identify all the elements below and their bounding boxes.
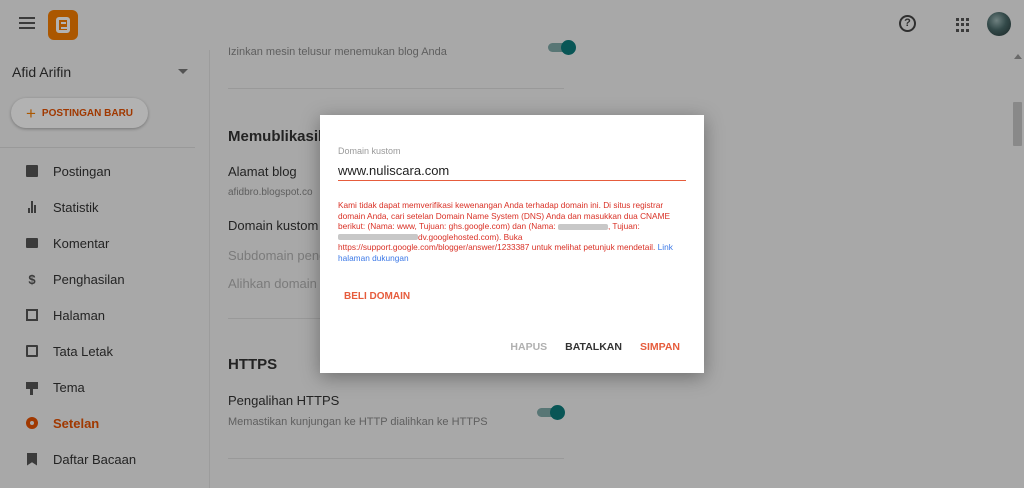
redacted-text — [557, 223, 608, 230]
buy-domain-button[interactable]: BELI DOMAIN — [344, 291, 410, 302]
delete-button[interactable]: HAPUS — [510, 341, 547, 353]
cancel-button[interactable]: BATALKAN — [565, 341, 622, 353]
domain-field-label: Domain kustom — [338, 146, 401, 156]
error-message: Kami tidak dapat memverifikasi kewenanga… — [338, 200, 686, 263]
custom-domain-dialog: Domain kustom Kami tidak dapat memverifi… — [320, 115, 704, 373]
error-text: , Tujuan: — [607, 221, 640, 231]
dialog-actions: HAPUS BATALKAN SIMPAN — [510, 341, 680, 353]
redacted-text — [338, 234, 418, 241]
save-button[interactable]: SIMPAN — [640, 341, 680, 353]
domain-input[interactable] — [338, 161, 686, 181]
